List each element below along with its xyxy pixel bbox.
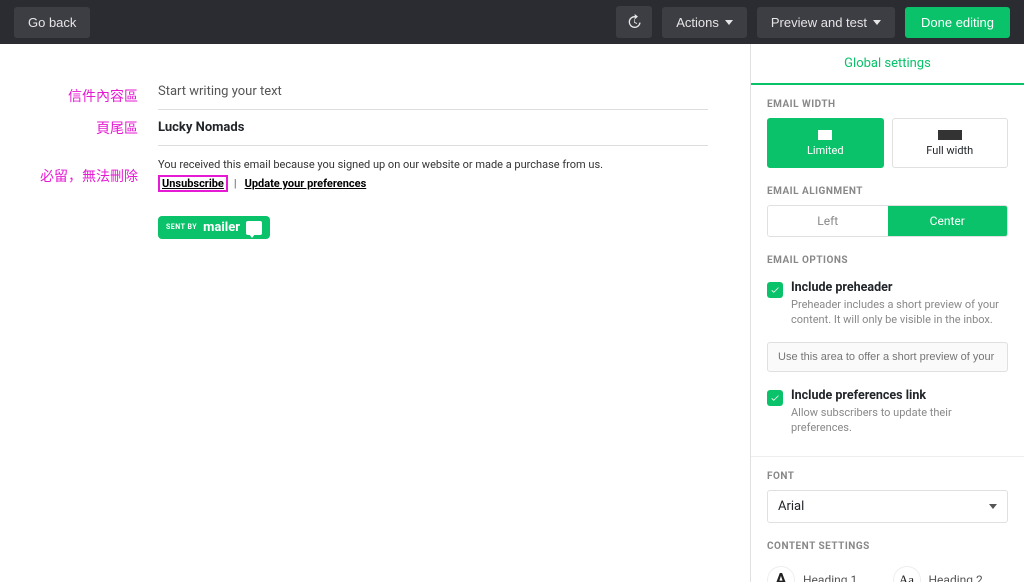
width-option-full[interactable]: Full width: [892, 118, 1009, 168]
email-brand-name[interactable]: Lucky Nomads: [158, 110, 708, 146]
annotation-footer-area: 頁尾區: [8, 118, 138, 138]
section-email-width: EMAIL WIDTH Limited Full width: [751, 85, 1024, 172]
font-select-dropdown[interactable]: Arial: [767, 490, 1008, 523]
unsubscribe-highlight: Unsubscribe: [158, 175, 228, 192]
separator: |: [228, 177, 243, 190]
speech-bubble-icon: [246, 221, 262, 235]
cs-heading2[interactable]: Aa Heading 2: [893, 560, 1009, 582]
tab-global-settings[interactable]: Global settings: [751, 44, 1024, 85]
preferences-desc: Allow subscribers to update their prefer…: [791, 405, 1008, 436]
width-limited-label: Limited: [807, 144, 844, 157]
section-email-options: EMAIL OPTIONS Include preheader Preheade…: [751, 241, 1024, 446]
email-footer-reason: You received this email because you sign…: [158, 146, 708, 175]
mailerlite-badge[interactable]: SENT BY mailer: [158, 216, 270, 239]
main-layout: 信件內容區 頁尾區 必留，無法刪除 Start writing your tex…: [0, 44, 1024, 582]
font-label: FONT: [767, 471, 1008, 482]
preheader-text: Include preheader Preheader includes a s…: [791, 280, 1008, 328]
email-content-block: Start writing your text Lucky Nomads You…: [158, 74, 708, 239]
align-option-left[interactable]: Left: [768, 206, 888, 236]
width-toggle-group: Limited Full width: [767, 118, 1008, 168]
section-content-settings: CONTENT SETTINGS A Heading 1 Aa Heading …: [751, 527, 1024, 582]
history-icon: [626, 14, 642, 30]
email-options-label: EMAIL OPTIONS: [767, 255, 1008, 266]
annotation-content-area: 信件內容區: [8, 86, 138, 106]
check-icon: [770, 285, 780, 295]
preview-dropdown[interactable]: Preview and test: [757, 7, 895, 38]
unsubscribe-row: Unsubscribe | Update your preferences: [158, 175, 708, 192]
checkbox-preheader[interactable]: [767, 282, 783, 298]
email-canvas: 信件內容區 頁尾區 必留，無法刪除 Start writing your tex…: [0, 44, 750, 582]
align-option-center[interactable]: Center: [888, 206, 1008, 236]
chevron-down-icon: [989, 504, 997, 509]
settings-sidebar: Global settings EMAIL WIDTH Limited Full…: [750, 44, 1024, 582]
history-button[interactable]: [616, 6, 652, 38]
actions-label: Actions: [676, 15, 719, 30]
preheader-input[interactable]: [767, 342, 1008, 372]
width-option-limited[interactable]: Limited: [767, 118, 884, 168]
update-preferences-link[interactable]: Update your preferences: [243, 175, 369, 192]
done-editing-button[interactable]: Done editing: [905, 7, 1010, 38]
annotation-mandatory: 必留，無法刪除: [8, 166, 138, 186]
preview-label: Preview and test: [771, 15, 867, 30]
email-width-label: EMAIL WIDTH: [767, 99, 1008, 110]
chevron-down-icon: [725, 20, 733, 25]
content-settings-grid: A Heading 1 Aa Heading 2 Aa Text Aa Link…: [767, 560, 1008, 582]
option-include-preferences[interactable]: Include preferences link Allow subscribe…: [767, 382, 1008, 442]
heading2-icon: Aa: [893, 566, 921, 582]
check-icon: [770, 393, 780, 403]
preheader-desc: Preheader includes a short preview of yo…: [791, 297, 1008, 328]
font-value: Arial: [778, 499, 804, 514]
content-settings-label: CONTENT SETTINGS: [767, 541, 1008, 552]
heading1-icon: A: [767, 566, 795, 582]
top-toolbar: Go back Actions Preview and test Done ed…: [0, 0, 1024, 44]
limited-icon: [818, 130, 832, 140]
go-back-button[interactable]: Go back: [14, 7, 90, 38]
section-email-alignment: EMAIL ALIGNMENT Left Center: [751, 172, 1024, 241]
checkbox-preferences[interactable]: [767, 390, 783, 406]
full-width-icon: [938, 130, 962, 140]
actions-dropdown[interactable]: Actions: [662, 7, 747, 38]
unsubscribe-link[interactable]: Unsubscribe: [160, 175, 226, 192]
preheader-title: Include preheader: [791, 280, 1008, 295]
mailer-label: mailer: [203, 220, 240, 235]
sent-by-label: SENT BY: [166, 224, 197, 231]
chevron-down-icon: [873, 20, 881, 25]
option-include-preheader[interactable]: Include preheader Preheader includes a s…: [767, 274, 1008, 334]
preferences-text: Include preferences link Allow subscribe…: [791, 388, 1008, 436]
cs-heading1[interactable]: A Heading 1: [767, 560, 883, 582]
email-text-placeholder[interactable]: Start writing your text: [158, 74, 708, 110]
width-full-label: Full width: [926, 144, 973, 157]
email-alignment-label: EMAIL ALIGNMENT: [767, 186, 1008, 197]
section-font: FONT Arial: [751, 457, 1024, 527]
sidebar-tabs: Global settings: [751, 44, 1024, 85]
preferences-title: Include preferences link: [791, 388, 1008, 403]
align-toggle-group: Left Center: [767, 205, 1008, 237]
